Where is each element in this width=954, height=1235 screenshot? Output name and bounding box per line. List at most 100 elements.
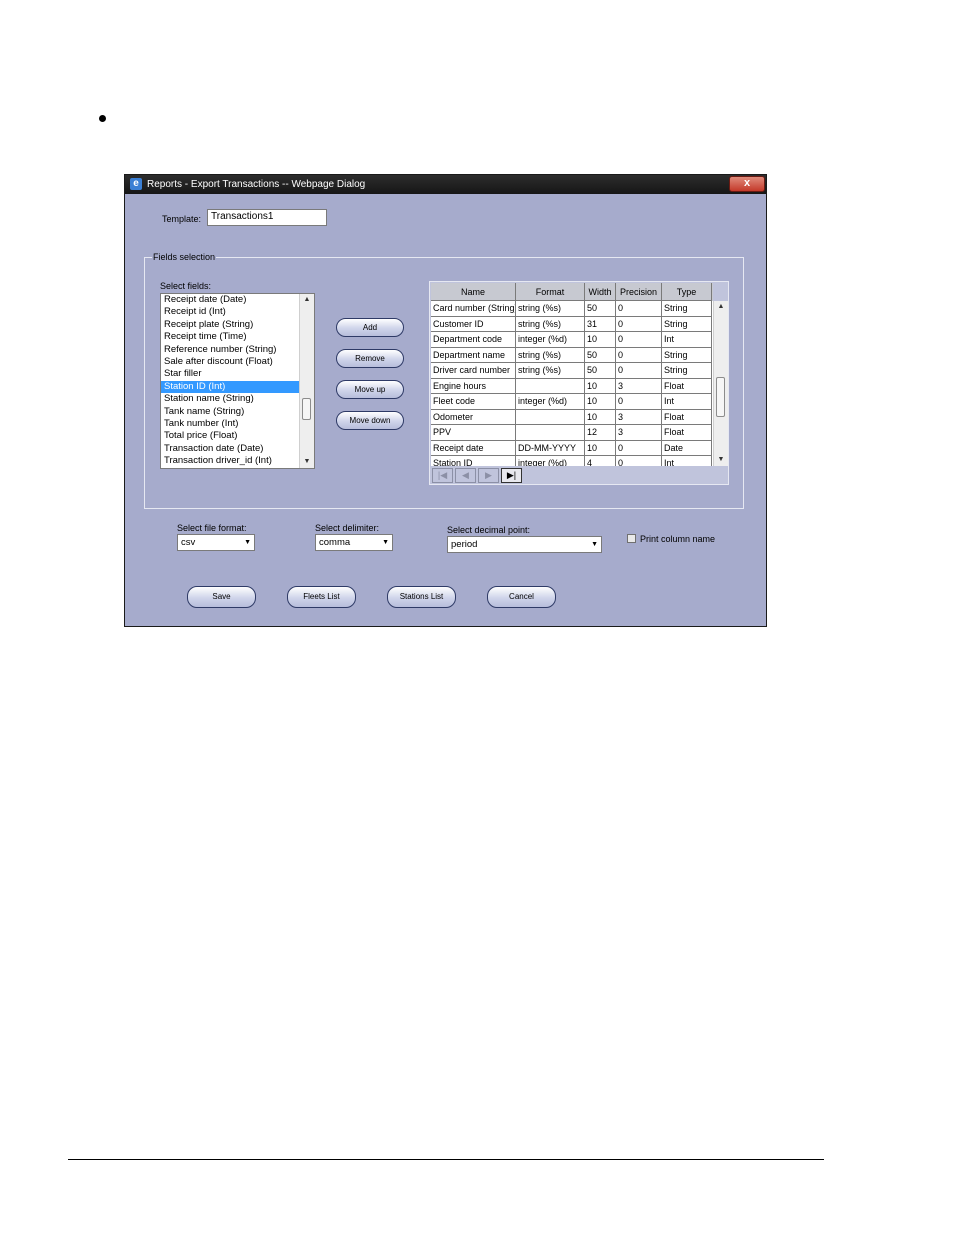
table-cell[interactable]: Receipt date [431, 440, 516, 456]
table-cell[interactable]: string (%s) [516, 347, 585, 363]
table-cell[interactable]: 10 [585, 378, 616, 394]
table-row[interactable]: Driver card number string (%s) 50 0 String [431, 363, 713, 379]
grid-column-header[interactable]: Precision [616, 283, 662, 301]
field-list-item[interactable]: Reference number (String) [161, 344, 314, 356]
table-cell[interactable]: String [662, 316, 712, 332]
table-cell[interactable]: Card number (String) [431, 301, 516, 317]
selected-fields-grid[interactable]: Name Format Width Precision Type Card number… [431, 283, 713, 466]
field-list-item[interactable]: Receipt plate (String) [161, 319, 314, 331]
table-cell[interactable]: 10 [585, 409, 616, 425]
field-list-item[interactable]: Sale after discount (Float) [161, 356, 314, 368]
table-row[interactable]: Odometer 10 3 Float [431, 409, 713, 425]
table-cell[interactable]: String [662, 301, 712, 317]
table-cell[interactable]: 12 [585, 425, 616, 441]
grid-column-header[interactable]: Format [516, 283, 585, 301]
decimal-point-select[interactable]: period ▼ [447, 536, 602, 553]
delimiter-select[interactable]: comma ▼ [315, 534, 393, 551]
table-cell[interactable]: 3 [616, 425, 662, 441]
grid-scrollbar[interactable]: ▲ ▼ [713, 301, 728, 466]
field-list-item[interactable]: Transaction date (Date) [161, 443, 314, 455]
table-row[interactable]: Fleet code integer (%d) 10 0 Int [431, 394, 713, 410]
field-list-item[interactable]: Star filler [161, 368, 314, 380]
table-cell[interactable]: 0 [616, 347, 662, 363]
list-scrollbar[interactable]: ▲ ▼ [299, 294, 314, 468]
table-cell[interactable]: Float [662, 409, 712, 425]
table-cell[interactable]: 0 [616, 440, 662, 456]
table-cell[interactable]: Department code [431, 332, 516, 348]
table-cell[interactable]: Odometer [431, 409, 516, 425]
table-cell[interactable]: 0 [616, 363, 662, 379]
table-cell[interactable]: integer (%d) [516, 394, 585, 410]
table-cell[interactable] [516, 378, 585, 394]
table-cell[interactable]: Int [662, 394, 712, 410]
table-cell[interactable]: 10 [585, 332, 616, 348]
template-input[interactable]: Transactions1 [207, 209, 327, 226]
table-row[interactable]: Receipt date DD-MM-YYYY 10 0 Date [431, 440, 713, 456]
table-cell[interactable]: string (%s) [516, 316, 585, 332]
scroll-down-icon[interactable]: ▼ [300, 456, 314, 468]
field-list-item[interactable]: Tank number (Int) [161, 418, 314, 430]
prev-page-icon[interactable]: ◀ [455, 468, 476, 483]
move-down-button[interactable]: Move down [336, 411, 404, 430]
table-cell[interactable]: integer (%d) [516, 456, 585, 466]
table-cell[interactable]: Department name [431, 347, 516, 363]
table-cell[interactable]: 0 [616, 301, 662, 317]
table-cell[interactable]: Station ID [431, 456, 516, 466]
grid-column-header[interactable]: Type [662, 283, 712, 301]
table-cell[interactable]: 0 [616, 394, 662, 410]
table-cell[interactable]: 50 [585, 363, 616, 379]
table-cell[interactable]: Driver card number [431, 363, 516, 379]
table-cell[interactable]: 50 [585, 301, 616, 317]
field-list-item[interactable]: Receipt time (Time) [161, 331, 314, 343]
move-up-button[interactable]: Move up [336, 380, 404, 399]
table-row[interactable]: Card number (String) string (%s) 50 0 String [431, 301, 713, 317]
grid-scroll-down-icon[interactable]: ▼ [714, 454, 728, 466]
table-cell[interactable]: Fleet code [431, 394, 516, 410]
field-list-item[interactable]: Tank name (String) [161, 406, 314, 418]
table-cell[interactable]: 4 [585, 456, 616, 466]
grid-column-header[interactable]: Name [431, 283, 516, 301]
first-page-icon[interactable]: |◀ [432, 468, 453, 483]
table-cell[interactable]: 10 [585, 440, 616, 456]
title-bar[interactable]: e Reports - Export Transactions -- Webpa… [125, 175, 766, 194]
print-column-name-checkbox[interactable] [627, 534, 636, 543]
field-list-item[interactable]: Receipt id (Int) [161, 306, 314, 318]
table-row[interactable]: Station ID integer (%d) 4 0 Int [431, 456, 713, 466]
next-page-icon[interactable]: ▶ [478, 468, 499, 483]
table-cell[interactable]: 3 [616, 378, 662, 394]
field-list-item[interactable]: Station name (String) [161, 393, 314, 405]
file-format-select[interactable]: csv ▼ [177, 534, 255, 551]
table-cell[interactable] [516, 425, 585, 441]
grid-scroll-up-icon[interactable]: ▲ [714, 301, 728, 313]
remove-button[interactable]: Remove [336, 349, 404, 368]
table-cell[interactable]: 10 [585, 394, 616, 410]
scroll-thumb[interactable] [302, 398, 311, 420]
grid-column-header[interactable]: Width [585, 283, 616, 301]
table-cell[interactable]: Int [662, 456, 712, 466]
table-cell[interactable]: Engine hours [431, 378, 516, 394]
table-cell[interactable]: String [662, 363, 712, 379]
table-row[interactable]: PPV 12 3 Float [431, 425, 713, 441]
table-cell[interactable]: Date [662, 440, 712, 456]
last-page-icon[interactable]: ▶| [501, 468, 522, 483]
table-cell[interactable]: DD-MM-YYYY [516, 440, 585, 456]
cancel-button[interactable]: Cancel [487, 586, 556, 608]
fleets-list-button[interactable]: Fleets List [287, 586, 356, 608]
available-fields-list[interactable]: Receipt date (Date) Receipt id (Int) Recei… [160, 293, 315, 469]
table-cell[interactable]: PPV [431, 425, 516, 441]
table-cell[interactable]: 3 [616, 409, 662, 425]
table-cell[interactable]: String [662, 347, 712, 363]
field-list-item[interactable]: Total price (Float) [161, 430, 314, 442]
table-row[interactable]: Customer ID string (%s) 31 0 String [431, 316, 713, 332]
table-cell[interactable]: Customer ID [431, 316, 516, 332]
table-cell[interactable]: string (%s) [516, 301, 585, 317]
table-cell[interactable]: integer (%d) [516, 332, 585, 348]
stations-list-button[interactable]: Stations List [387, 586, 456, 608]
table-cell[interactable]: 0 [616, 456, 662, 466]
table-cell[interactable] [516, 409, 585, 425]
field-list-item[interactable]: Transaction driver_id (Int) [161, 455, 314, 467]
table-cell[interactable]: 0 [616, 316, 662, 332]
table-cell[interactable]: 0 [616, 332, 662, 348]
table-cell[interactable]: Float [662, 378, 712, 394]
table-row[interactable]: Department code integer (%d) 10 0 Int [431, 332, 713, 348]
